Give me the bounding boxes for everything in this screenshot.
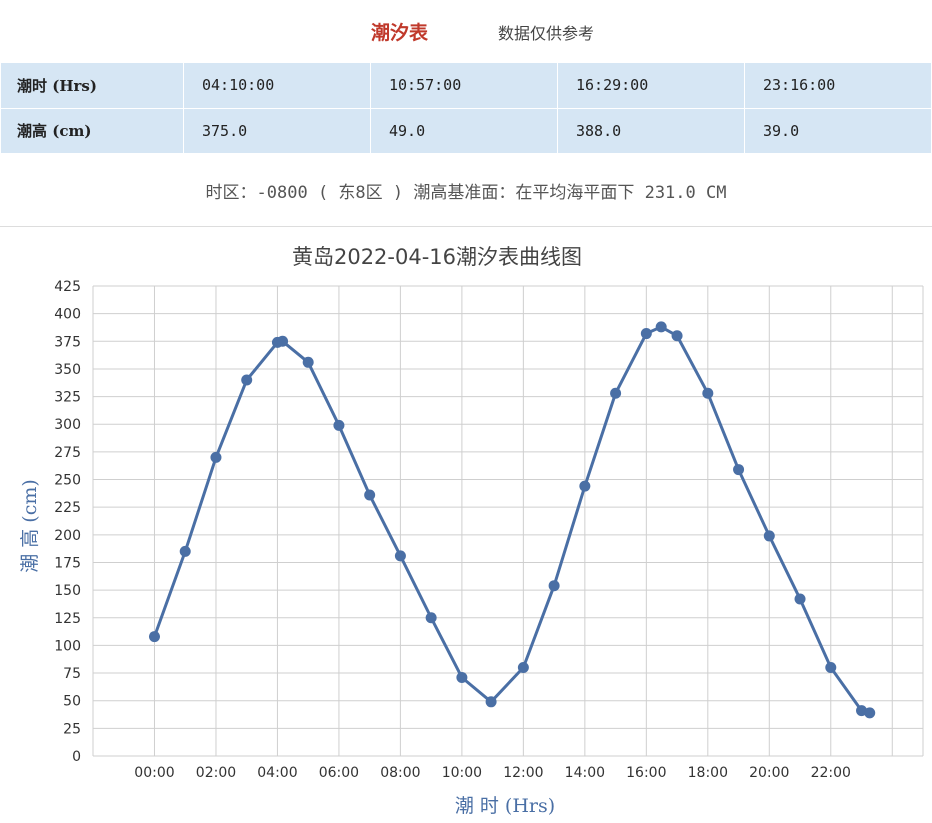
x-tick-label: 10:00: [442, 765, 482, 781]
x-tick-label: 16:00: [626, 765, 666, 781]
data-point: [825, 662, 837, 674]
series-line-path: [153, 325, 871, 715]
table-cell: 388.0: [557, 107, 745, 154]
data-point: [517, 662, 529, 674]
table-cell: 49.0: [370, 107, 558, 154]
data-point: [241, 374, 253, 386]
y-tick-label: 225: [54, 500, 81, 516]
y-axis-label: 潮 高 (cm): [19, 479, 41, 573]
table-cell: 04:10:00: [183, 62, 371, 109]
data-point: [640, 328, 652, 340]
table-cell: 39.0: [744, 107, 932, 154]
data-point: [148, 631, 160, 643]
header: 潮汐表 数据仅供参考: [0, 0, 932, 62]
data-point: [277, 335, 289, 347]
chart-title: 黄岛2022-04-16潮汐表曲线图: [292, 245, 582, 269]
y-tick-label: 100: [54, 638, 81, 654]
x-axis-label: 潮 时 (Hrs): [455, 795, 555, 817]
data-point: [864, 707, 876, 719]
data-point: [425, 612, 437, 624]
x-tick-label: 12:00: [503, 765, 543, 781]
row-label-height: 潮高 (cm): [0, 107, 184, 154]
x-tick-label: 06:00: [319, 765, 359, 781]
y-axis: 0 25 50 75 100 125 150 175 200 225 250 275 300 325 350…: [54, 279, 81, 765]
data-point: [179, 545, 191, 557]
y-tick-label: 400: [54, 307, 81, 323]
data-point: [548, 580, 560, 592]
data-point: [333, 419, 345, 431]
data-point: [763, 530, 775, 542]
data-point: [485, 696, 497, 708]
y-tick-label: 250: [54, 473, 81, 489]
data-point: [671, 330, 683, 342]
data-point: [210, 451, 222, 463]
data-point: [655, 321, 667, 333]
table-row: 潮时 (Hrs) 04:10:00 10:57:00 16:29:00 23:1…: [0, 62, 932, 109]
y-tick-label: 325: [54, 390, 81, 406]
data-point: [579, 480, 591, 492]
y-tick-label: 275: [54, 445, 81, 461]
x-tick-label: 14:00: [565, 765, 605, 781]
data-point: [702, 387, 714, 399]
y-tick-label: 375: [54, 334, 81, 350]
y-tick-label: 50: [63, 694, 81, 710]
data-point: [610, 387, 622, 399]
table-cell: 10:57:00: [370, 62, 558, 109]
data-point: [794, 593, 806, 605]
table-cell: 23:16:00: [744, 62, 932, 109]
disclaimer-note: 数据仅供参考: [498, 24, 595, 43]
data-point: [364, 489, 376, 501]
tide-chart: 黄岛2022-04-16潮汐表曲线图 0 25 50 75 100 125 150 175 20…: [19, 245, 924, 817]
x-tick-label: 02:00: [196, 765, 236, 781]
timezone-info: 时区：-0800 ( 东8区 ) 潮高基准面：在平均海平面下 231.0 CM: [205, 183, 727, 203]
data-point: [456, 671, 468, 683]
x-tick-label: 04:00: [257, 765, 297, 781]
data-point: [394, 550, 406, 562]
data-point: [302, 356, 314, 368]
x-tick-label: 20:00: [749, 765, 789, 781]
x-tick-label: 08:00: [380, 765, 420, 781]
x-axis: 00:00 02:00 04:00 06:00 08:00 10:00 12:00 14:00…: [134, 765, 851, 781]
tide-table: 潮时 (Hrs) 04:10:00 10:57:00 16:29:00 23:1…: [0, 62, 932, 154]
series-points: [148, 321, 876, 719]
y-tick-label: 200: [54, 528, 81, 544]
page-title: 潮汐表: [371, 22, 429, 44]
y-tick-label: 75: [63, 666, 81, 682]
y-tick-label: 350: [54, 362, 81, 378]
y-tick-label: 150: [54, 583, 81, 599]
table-cell: 375.0: [183, 107, 371, 154]
data-point: [733, 464, 745, 476]
x-tick-label: 22:00: [811, 765, 851, 781]
y-tick-label: 175: [54, 555, 81, 571]
y-tick-label: 125: [54, 611, 81, 627]
y-tick-label: 300: [54, 417, 81, 433]
x-tick-label: 00:00: [134, 765, 174, 781]
divider: [0, 226, 932, 227]
table-row: 潮高 (cm) 375.0 49.0 388.0 39.0: [0, 107, 932, 154]
y-tick-label: 25: [63, 721, 81, 737]
table-cell: 16:29:00: [557, 62, 745, 109]
series-line: [153, 325, 871, 715]
x-tick-label: 18:00: [688, 765, 728, 781]
y-tick-label: 425: [54, 279, 81, 295]
row-label-time: 潮时 (Hrs): [0, 62, 184, 109]
y-tick-label: 0: [72, 749, 81, 765]
